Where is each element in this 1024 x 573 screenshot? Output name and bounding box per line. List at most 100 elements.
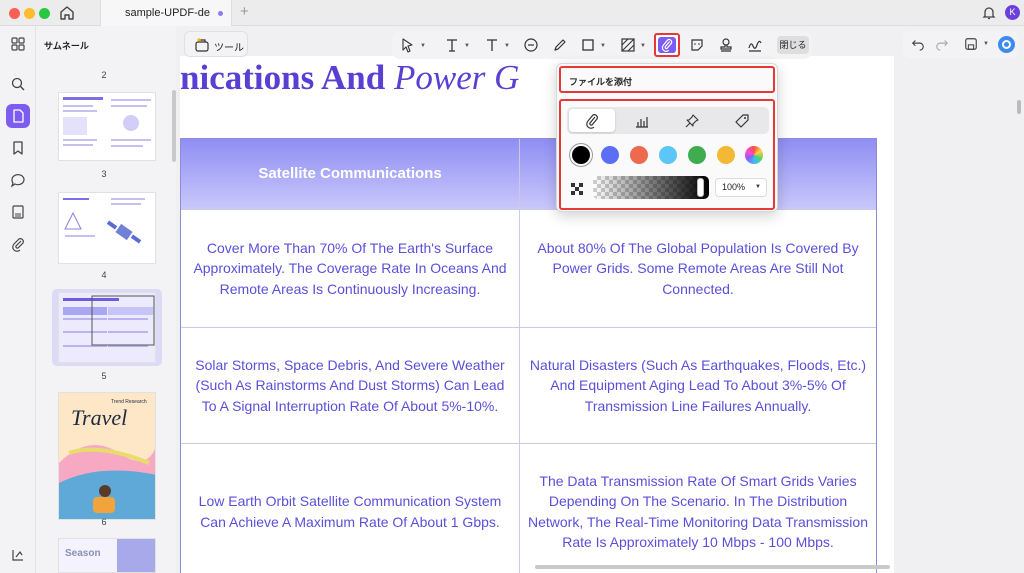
page-thumbnail-5[interactable] [58,292,156,363]
chevron-down-icon: ▼ [464,43,470,49]
table-cell: Solar Storms, Space Debris, And Severe W… [181,327,519,443]
close-window-button[interactable] [9,8,20,19]
color-swatch-green[interactable] [688,146,706,164]
comment-icon [524,38,538,52]
text-icon [447,39,457,52]
unsaved-dot-icon [218,11,223,16]
color-picker-rainbow[interactable] [745,146,763,164]
opacity-slider-handle[interactable] [697,178,704,197]
pen-icon [554,39,566,51]
title-bar: sample-UPDF-de + K [0,0,1024,26]
text-tool[interactable]: ▼ [442,35,474,55]
attach-file-tool[interactable] [654,33,680,57]
popup-options-highlight: 100% ▼ [559,99,775,210]
document-icon[interactable] [6,104,30,128]
page-heading: nications And Power G [180,58,519,98]
signature-tool[interactable] [744,35,766,55]
popup-title-highlight: ファイルを添付 [559,66,775,93]
color-swatch-orange[interactable] [630,146,648,164]
color-swatch-black[interactable] [572,146,590,164]
table-cell: Low Earth Orbit Satellite Communication … [181,443,519,573]
layers-icon[interactable] [6,543,30,567]
page-thumbnail-7[interactable]: Season [58,538,156,573]
paperclip-option[interactable] [569,109,615,132]
document-tab[interactable]: sample-UPDF-de [100,0,232,26]
page-number: 2 [101,70,107,80]
season-thumb-title: Season [65,548,101,559]
pattern-tool[interactable]: ▼ [618,35,650,55]
undo-icon[interactable] [911,37,925,51]
new-tab-button[interactable]: + [240,4,249,20]
form-icon[interactable] [6,200,30,224]
page-heading-bold: nications And [180,58,394,97]
document-scrollbar[interactable] [1017,100,1021,114]
comment-icon[interactable] [6,168,30,192]
opacity-slider[interactable] [593,176,709,199]
home-icon[interactable] [58,4,76,22]
bookmark-icon[interactable] [6,136,30,160]
close-toolbar-button[interactable]: 閉じる [777,36,809,54]
bell-icon[interactable] [980,4,998,22]
attach-icon [658,37,676,53]
opacity-icon [571,183,583,195]
toolbox-icon [195,38,209,52]
sticker-tool[interactable] [686,35,708,55]
pushpin-option[interactable] [669,109,715,132]
graph-icon [636,117,648,128]
pushpin-icon [685,114,699,128]
chevron-down-icon: ▼ [640,43,646,49]
table-cell: Natural Disasters (Such As Earthquakes, … [520,327,876,443]
graph-option[interactable] [619,109,665,132]
travel-thumb-title: Travel [71,405,128,430]
shape-icon [582,39,594,51]
select-icon [402,38,413,53]
thumbnail-panel: サムネール 2 3 4 5 Travel Trend Research 6 Se… [36,26,172,573]
shape-tool[interactable]: ▼ [578,35,610,55]
chevron-down-icon: ▼ [420,43,426,49]
chevron-down-icon: ▼ [504,43,510,49]
search-icon[interactable] [6,72,30,96]
save-icon[interactable] [964,37,978,51]
pen-tool[interactable] [549,35,571,55]
avatar[interactable]: K [1005,5,1020,20]
page-thumbnail-4[interactable] [58,192,156,264]
redo-icon[interactable] [935,37,949,51]
updf-window: sample-UPDF-de + K サムネール 2 3 4 5 Travel … [0,0,1024,573]
signature-icon [748,40,762,52]
select-tool[interactable]: ▼ [398,35,428,55]
chevron-down-icon[interactable]: ▼ [983,41,989,47]
ai-assistant-icon[interactable] [998,36,1015,53]
horizontal-scrollbar[interactable] [535,565,890,569]
page-number: 3 [101,169,107,179]
table-cell: The Data Transmission Rate Of Smart Grid… [520,443,876,573]
paperclip-icon[interactable] [6,232,30,256]
zoom-window-button[interactable] [39,8,50,19]
page-number: 4 [101,270,107,280]
page-thumbnail-6[interactable]: Travel Trend Research [58,392,156,520]
season-thumb-image [117,539,155,572]
paperclip-icon [586,114,598,129]
stamp-icon [720,38,732,52]
table-cell: About 80% Of The Global Population Is Co… [520,209,876,327]
page-thumbnail-3[interactable] [58,92,156,161]
color-swatch-yellow[interactable] [717,146,735,164]
page-number: 5 [101,371,107,381]
left-icon-rail [0,26,36,573]
sticker-icon [691,39,703,51]
grid-icon[interactable] [6,32,30,56]
stamp-tool[interactable] [715,35,737,55]
opacity-value: 100% [722,182,746,192]
document-page: nications And Power G Satellite Communic… [180,56,894,573]
tool-button-label: ツール [214,43,244,54]
color-swatch-light-blue[interactable] [659,146,677,164]
pattern-icon [621,38,635,52]
minimize-window-button[interactable] [24,8,35,19]
text-box-tool[interactable]: ▼ [482,35,514,55]
comment-tool[interactable] [520,35,542,55]
table-header: Satellite Communications [181,139,519,209]
tool-button[interactable]: ツール [184,31,248,57]
attach-file-popup: ファイルを添付 100% ▼ [556,63,778,212]
color-swatch-blue[interactable] [601,146,619,164]
opacity-dropdown[interactable]: 100% ▼ [715,178,767,197]
tag-option[interactable] [719,109,765,132]
